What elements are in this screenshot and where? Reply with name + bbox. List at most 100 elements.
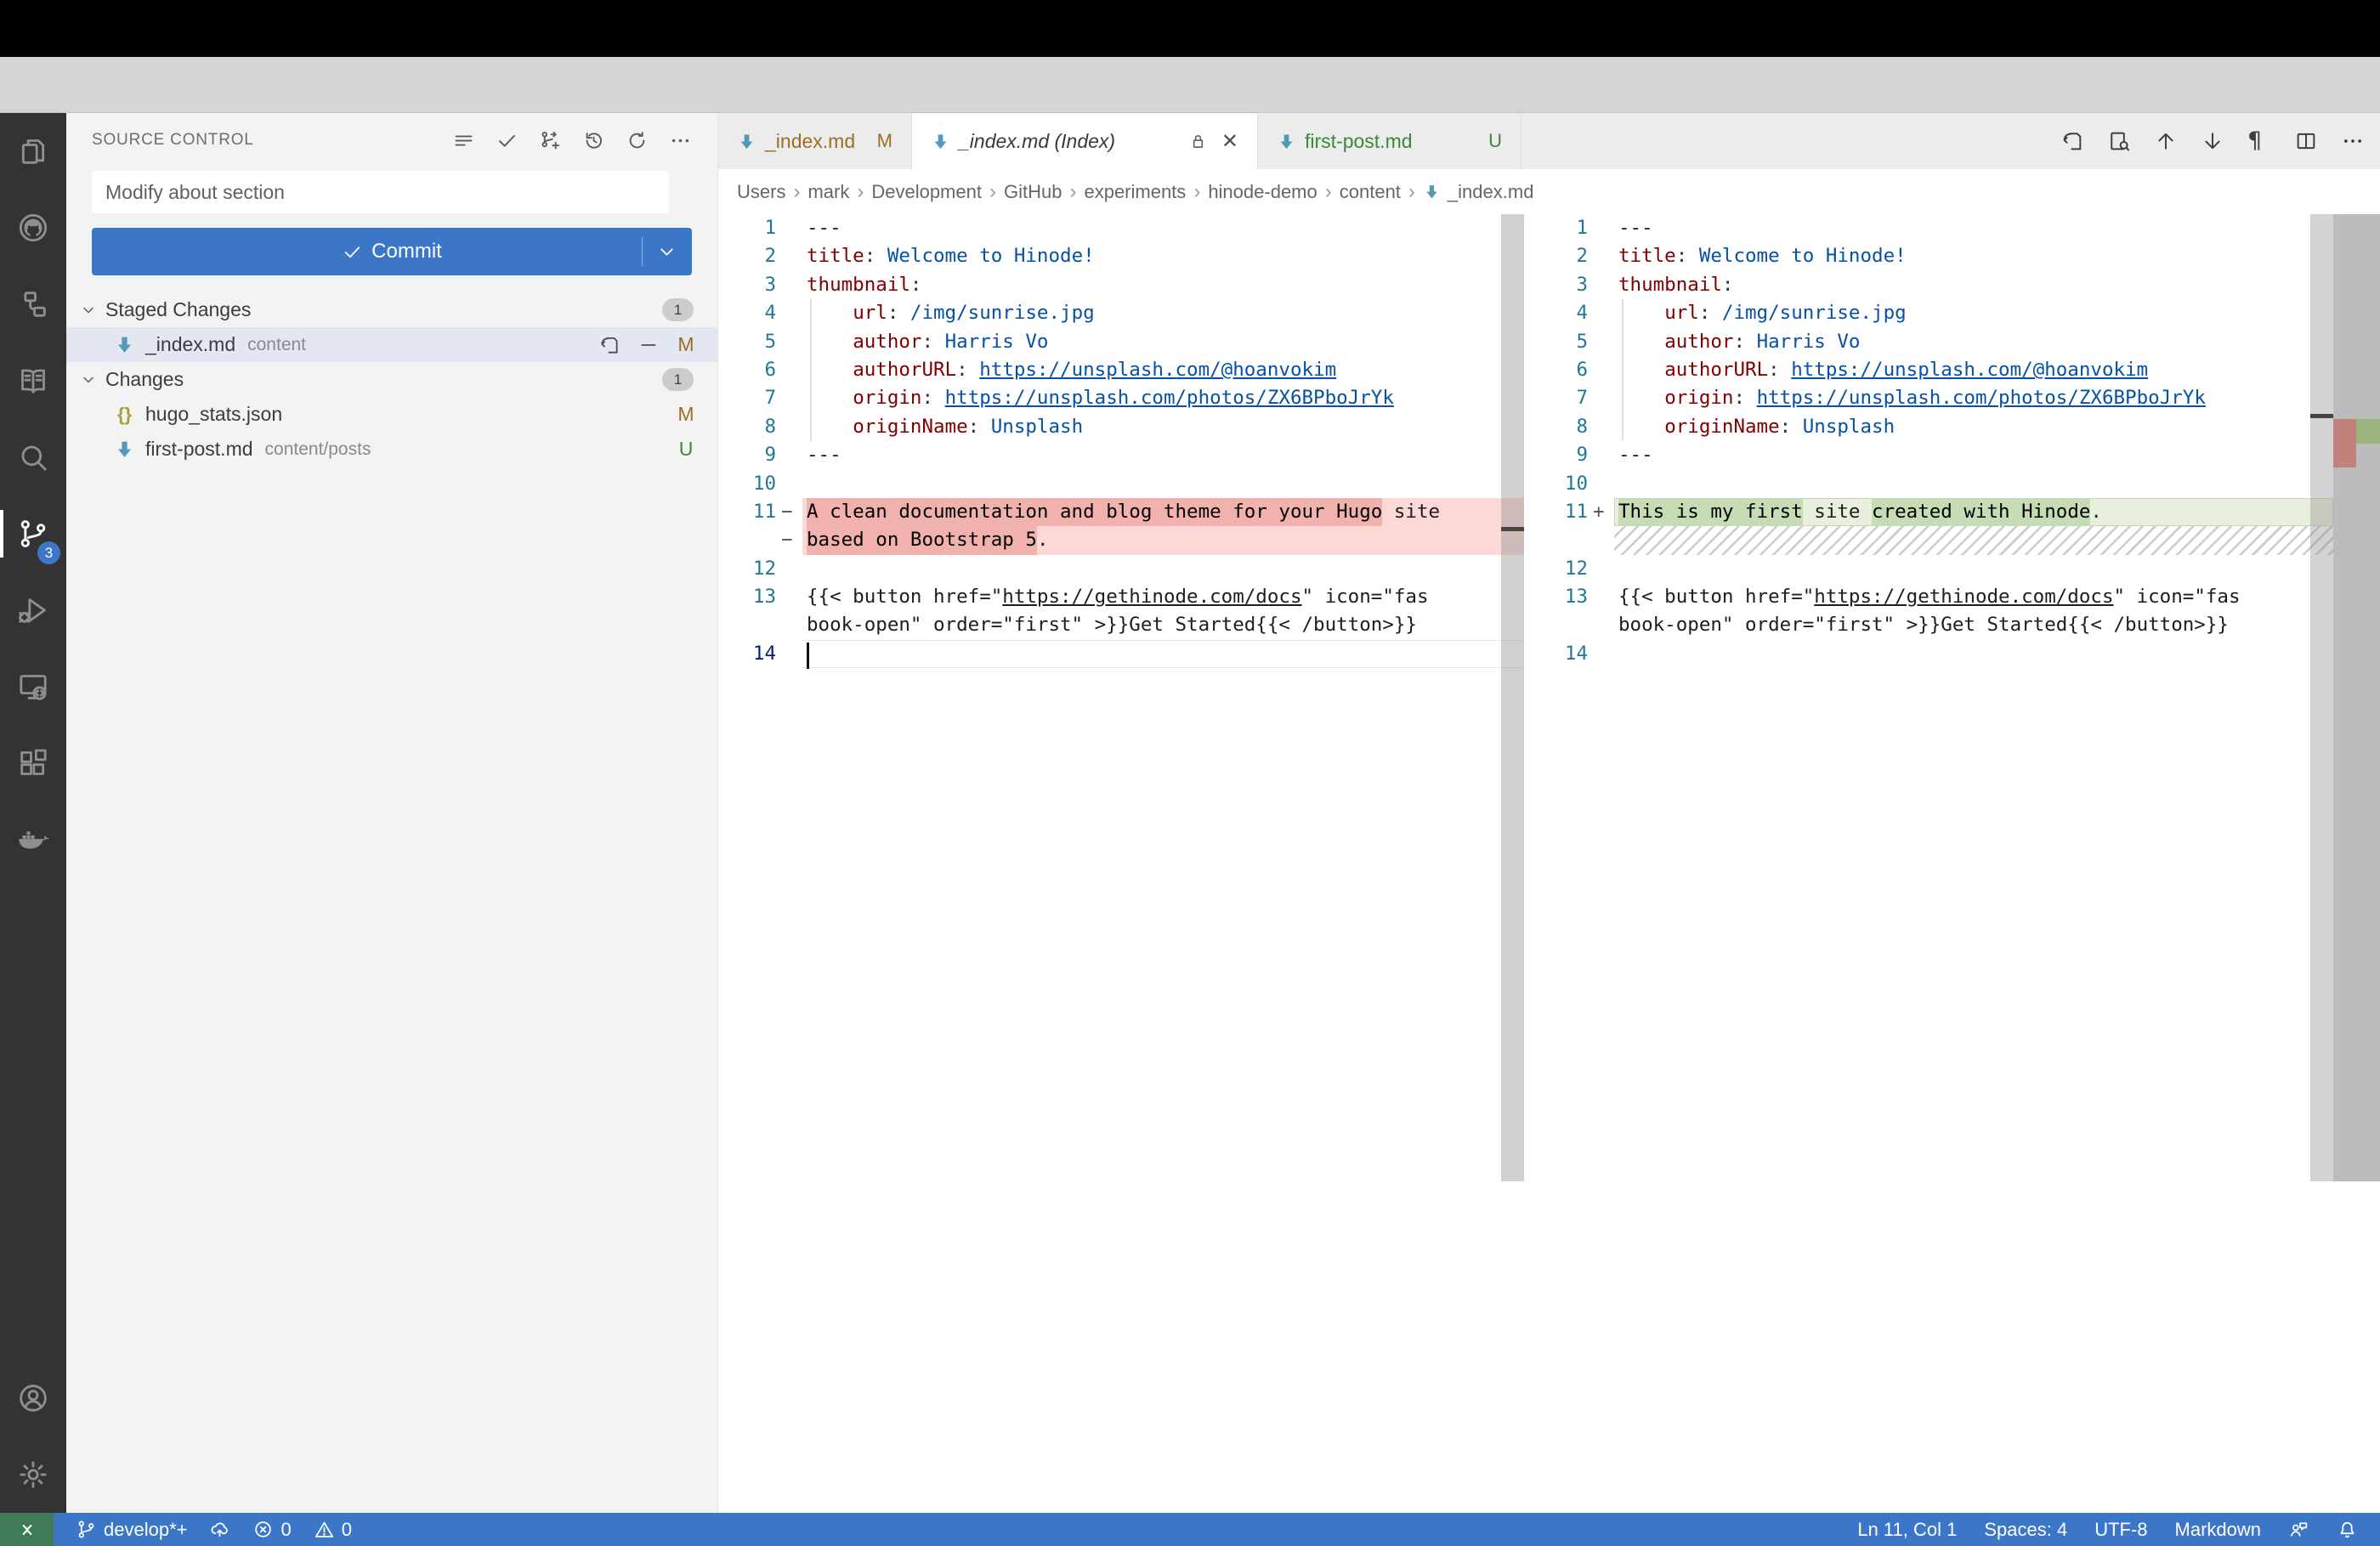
editor-line[interactable]: 13{{< button href="https://gethinode.com…	[1530, 583, 2333, 611]
statusbar-cursor-position[interactable]: Ln 11, Col 1	[1857, 1519, 1957, 1541]
editor-line[interactable]: 9---	[718, 441, 1524, 469]
editor-line[interactable]: book-open" order="first" >}}Get Started{…	[1530, 611, 2333, 639]
activity-item-github[interactable]	[0, 190, 66, 266]
editor-line[interactable]: 13{{< button href="https://gethinode.com…	[718, 583, 1524, 611]
statusbar-language-mode[interactable]: Markdown	[2175, 1519, 2261, 1541]
minus-icon[interactable]	[638, 334, 660, 356]
editor-line[interactable]	[1530, 526, 2333, 554]
tab--index-md[interactable]: _index.mdM	[718, 113, 912, 169]
scm-file-row[interactable]: _index.mdcontentM	[66, 327, 717, 362]
activity-item-source-control[interactable]: 3	[0, 496, 66, 572]
tab--index-md-index-[interactable]: _index.md (Index)✕	[912, 113, 1258, 169]
activity-item-explorer[interactable]	[0, 113, 66, 190]
text-cursor	[807, 643, 809, 669]
activity-item-docker[interactable]	[0, 801, 66, 878]
line-number	[718, 611, 776, 639]
editor-line[interactable]: 3thumbnail:	[718, 271, 1524, 299]
statusbar-publish[interactable]	[209, 1519, 230, 1540]
left-pane-scrollbar[interactable]	[1501, 214, 1524, 1181]
commit-button[interactable]: Commit	[92, 228, 692, 275]
scm-file-row[interactable]: {}hugo_stats.jsonM	[66, 397, 717, 432]
editor-line[interactable]: 6 authorURL: https://unsplash.com/@hoanv…	[718, 356, 1524, 384]
breadcrumb-item[interactable]: content	[1340, 181, 1401, 203]
breadcrumb-item[interactable]: experiments	[1084, 181, 1186, 203]
code-text: title: Welcome to Hinode!	[802, 242, 1524, 270]
editor-line[interactable]: 2title: Welcome to Hinode!	[1530, 242, 2333, 270]
editor-line[interactable]: 8 originName: Unsplash	[718, 413, 1524, 441]
list-flat-icon[interactable]	[452, 129, 475, 152]
editor-line[interactable]: 1---	[718, 214, 1524, 242]
ellipsis-icon[interactable]	[669, 129, 692, 152]
activity-item-extensions[interactable]	[0, 725, 66, 801]
activity-item-references[interactable]	[0, 266, 66, 343]
activity-item-docs[interactable]	[0, 343, 66, 419]
editor-line[interactable]: 2title: Welcome to Hinode!	[718, 242, 1524, 270]
editor-line[interactable]: 10	[718, 470, 1524, 498]
commit-message-input[interactable]	[92, 171, 669, 213]
statusbar-encoding[interactable]: UTF-8	[2094, 1519, 2147, 1541]
code-text	[802, 470, 1524, 498]
editor-line[interactable]: 7 origin: https://unsplash.com/photos/ZX…	[1530, 384, 2333, 412]
editor-line[interactable]: 5 author: Harris Vo	[1530, 328, 2333, 356]
editor-line[interactable]: 4 url: /img/sunrise.jpg	[1530, 299, 2333, 327]
right-pane-scrollbar[interactable]	[2310, 214, 2333, 1181]
statusbar-warnings[interactable]: 0	[314, 1519, 352, 1541]
activity-item-run-debug[interactable]	[0, 572, 66, 648]
statusbar-feedback[interactable]	[2288, 1519, 2309, 1540]
scm-file-row[interactable]: first-post.mdcontent/postsU	[66, 432, 717, 467]
activity-item-search[interactable]	[0, 419, 66, 496]
open-file-icon[interactable]	[598, 334, 620, 356]
check-icon[interactable]	[496, 129, 518, 152]
diff-marker	[1588, 526, 1614, 554]
refresh-icon[interactable]	[626, 129, 649, 152]
editor-line[interactable]: 9---	[1530, 441, 2333, 469]
editor-line[interactable]: 14	[1530, 640, 2333, 668]
scm-section-staged-changes[interactable]: Staged Changes1	[66, 292, 717, 327]
breadcrumb-item[interactable]: Development	[871, 181, 982, 203]
breadcrumb-item[interactable]: hinode-demo	[1208, 181, 1317, 203]
arrow-up-icon[interactable]	[2154, 129, 2178, 153]
tab-first-post-md[interactable]: first-post.mdU	[1258, 113, 1522, 169]
pilcrow-icon[interactable]: ¶	[2247, 129, 2271, 153]
statusbar-notifications[interactable]	[2337, 1519, 2358, 1540]
editor-line[interactable]: 5 author: Harris Vo	[718, 328, 1524, 356]
activity-item-remote-explorer[interactable]	[0, 648, 66, 725]
breadcrumb-item[interactable]: mark	[808, 181, 849, 203]
editor-line[interactable]: 1---	[1530, 214, 2333, 242]
editor-line[interactable]: 14	[718, 640, 1524, 668]
activity-item-settings[interactable]	[0, 1436, 66, 1513]
breadcrumb-item[interactable]: GitHub	[1004, 181, 1062, 203]
editor-line[interactable]: 7 origin: https://unsplash.com/photos/ZX…	[718, 384, 1524, 412]
statusbar-indentation[interactable]: Spaces: 4	[1984, 1519, 2067, 1541]
editor-line[interactable]: 12	[1530, 555, 2333, 583]
split-icon[interactable]	[2294, 129, 2318, 153]
editor-line[interactable]: book-open" order="first" >}}Get Started{…	[718, 611, 1524, 639]
statusbar-git-branch[interactable]: develop*+	[76, 1519, 187, 1541]
activity-item-accounts[interactable]	[0, 1360, 66, 1436]
preview-icon[interactable]	[2107, 129, 2131, 153]
arrow-down-icon[interactable]	[2201, 129, 2224, 153]
remote-indicator[interactable]	[0, 1513, 54, 1546]
editor-line[interactable]: 8 originName: Unsplash	[1530, 413, 2333, 441]
ellipsis-icon[interactable]	[2341, 129, 2365, 153]
diff-marker	[1588, 271, 1614, 299]
commit-dropdown-chevron-icon[interactable]	[656, 241, 677, 263]
editor-line[interactable]: 10	[1530, 470, 2333, 498]
editor-line[interactable]: −based on Bootstrap 5.	[718, 526, 1524, 554]
editor-line[interactable]: 11+This is my first site created with Hi…	[1530, 498, 2333, 526]
editor-line[interactable]: 11−A clean documentation and blog theme …	[718, 498, 1524, 526]
breadcrumb-item[interactable]: Users	[737, 181, 785, 203]
goto-file-icon[interactable]	[2060, 129, 2084, 153]
editor-line[interactable]: 4 url: /img/sunrise.jpg	[718, 299, 1524, 327]
statusbar-errors[interactable]: 0	[252, 1519, 291, 1541]
git-branch-label: develop*+	[104, 1519, 187, 1541]
close-icon[interactable]: ✕	[1221, 129, 1238, 153]
breadcrumb-file[interactable]: _index.md	[1423, 181, 1534, 203]
diff-overview-ruler[interactable]	[2333, 214, 2380, 1181]
editor-line[interactable]: 12	[718, 555, 1524, 583]
editor-line[interactable]: 3thumbnail:	[1530, 271, 2333, 299]
branch-plus-icon[interactable]	[539, 129, 562, 152]
scm-section-changes[interactable]: Changes1	[66, 362, 717, 397]
history-icon[interactable]	[582, 129, 605, 152]
editor-line[interactable]: 6 authorURL: https://unsplash.com/@hoanv…	[1530, 356, 2333, 384]
